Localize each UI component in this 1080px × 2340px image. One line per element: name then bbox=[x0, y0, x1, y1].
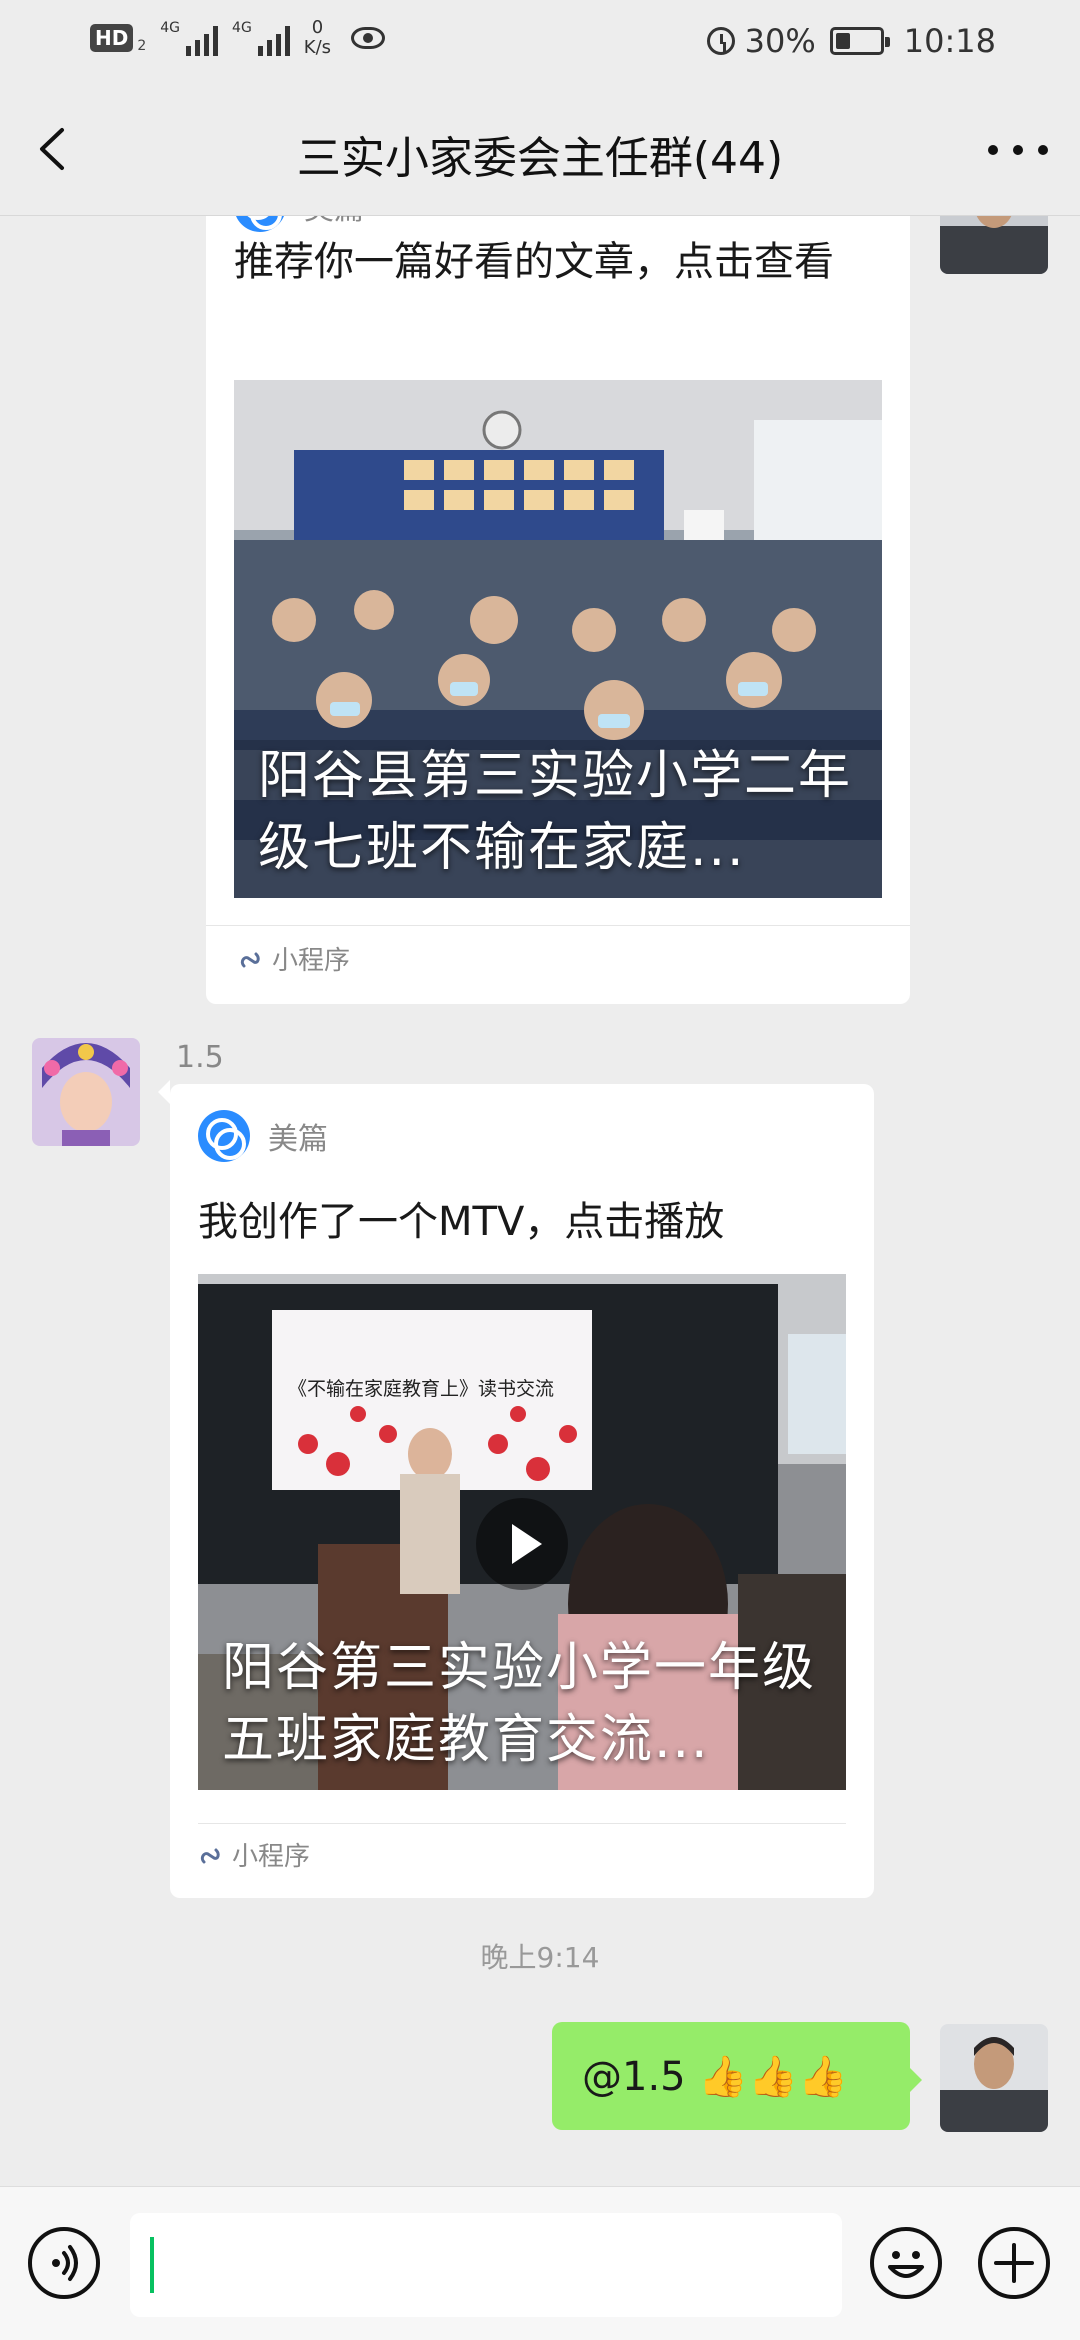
mini-program-card[interactable]: 美篇 我创作了一个MTV，点击播放 《不输在家庭教育上》读书交流 阳谷第三实验小… bbox=[170, 1084, 874, 1898]
meipian-icon bbox=[234, 216, 286, 232]
voice-icon[interactable] bbox=[28, 2227, 100, 2299]
alarm-icon bbox=[706, 27, 735, 55]
network-label-1: 4G bbox=[160, 20, 181, 36]
sender-name: 1.5 bbox=[176, 1040, 224, 1075]
link-icon bbox=[200, 1848, 220, 1863]
text-caret bbox=[150, 2237, 154, 2293]
thumbnail-caption: 阳谷县第三实验小学二年级七班不输在家庭... bbox=[258, 746, 853, 878]
speed-unit: K/s bbox=[303, 37, 332, 58]
network-label-2: 4G bbox=[232, 20, 252, 36]
eye-icon bbox=[351, 27, 386, 49]
battery-icon bbox=[829, 27, 890, 55]
meipian-icon bbox=[198, 1110, 250, 1162]
card-source: 美篇 bbox=[304, 216, 364, 228]
card-title: 推荐你一篇好看的文章，点击查看 bbox=[234, 239, 834, 285]
play-icon[interactable] bbox=[476, 1498, 568, 1590]
thumbnail-inner-text: 《不输在家庭教育上》读书交流 bbox=[288, 1378, 555, 1400]
card-source: 美篇 bbox=[268, 1122, 328, 1157]
nav-bar: 三实小家委会主任群(44) bbox=[0, 84, 1080, 216]
signal-icon: 4G bbox=[160, 20, 219, 56]
signal-icon-2: 4G bbox=[232, 20, 290, 56]
mini-program-card[interactable]: 美篇 推荐你一篇好看的文章，点击查看 bbox=[206, 216, 910, 1004]
reply-text: @1.5 👍👍👍 bbox=[582, 2053, 848, 2100]
speed-value: 0 bbox=[311, 17, 324, 38]
card-title: 我创作了一个MTV，点击播放 bbox=[198, 1199, 725, 1245]
input-bar bbox=[0, 2186, 1080, 2340]
mini-program-text: 小程序 bbox=[272, 946, 351, 976]
mini-program-label: 小程序 bbox=[238, 940, 350, 977]
more-icon[interactable] bbox=[988, 130, 1048, 170]
card-thumbnail: 《不输在家庭教育上》读书交流 阳谷第三实验小学一年级五班家庭教育交流... bbox=[198, 1274, 846, 1790]
reply-bubble[interactable]: @1.5 👍👍👍 bbox=[552, 2022, 910, 2130]
thumbnail-caption: 阳谷第三实验小学一年级五班家庭教育交流... bbox=[222, 1638, 817, 1770]
timestamp: 晚上9:14 bbox=[480, 1941, 600, 1974]
status-bar: HD 2 4G 4G 0 K/s 30% 10:18 bbox=[0, 0, 1080, 84]
self-avatar[interactable] bbox=[940, 216, 1048, 274]
user-avatar[interactable] bbox=[32, 1038, 140, 1146]
self-avatar[interactable] bbox=[940, 2024, 1048, 2132]
emoji-icon[interactable] bbox=[870, 2227, 942, 2299]
chat-area[interactable]: 美篇 推荐你一篇好看的文章，点击查看 bbox=[0, 216, 1080, 2186]
mini-program-label: 小程序 bbox=[198, 1836, 310, 1873]
hd-sub: 2 bbox=[137, 38, 147, 54]
clock: 10:18 bbox=[903, 22, 996, 60]
page-title: 三实小家委会主任群(44) bbox=[296, 133, 784, 184]
card-thumbnail: 阳谷县第三实验小学二年级七班不输在家庭... bbox=[234, 380, 882, 898]
link-icon bbox=[240, 952, 260, 967]
plus-icon[interactable] bbox=[978, 2227, 1050, 2299]
hd-badge: HD bbox=[90, 24, 134, 52]
battery-percent: 30% bbox=[744, 22, 816, 60]
network-speed: 0 K/s bbox=[304, 18, 331, 58]
message-input[interactable] bbox=[130, 2213, 842, 2317]
mini-program-text: 小程序 bbox=[232, 1842, 311, 1872]
